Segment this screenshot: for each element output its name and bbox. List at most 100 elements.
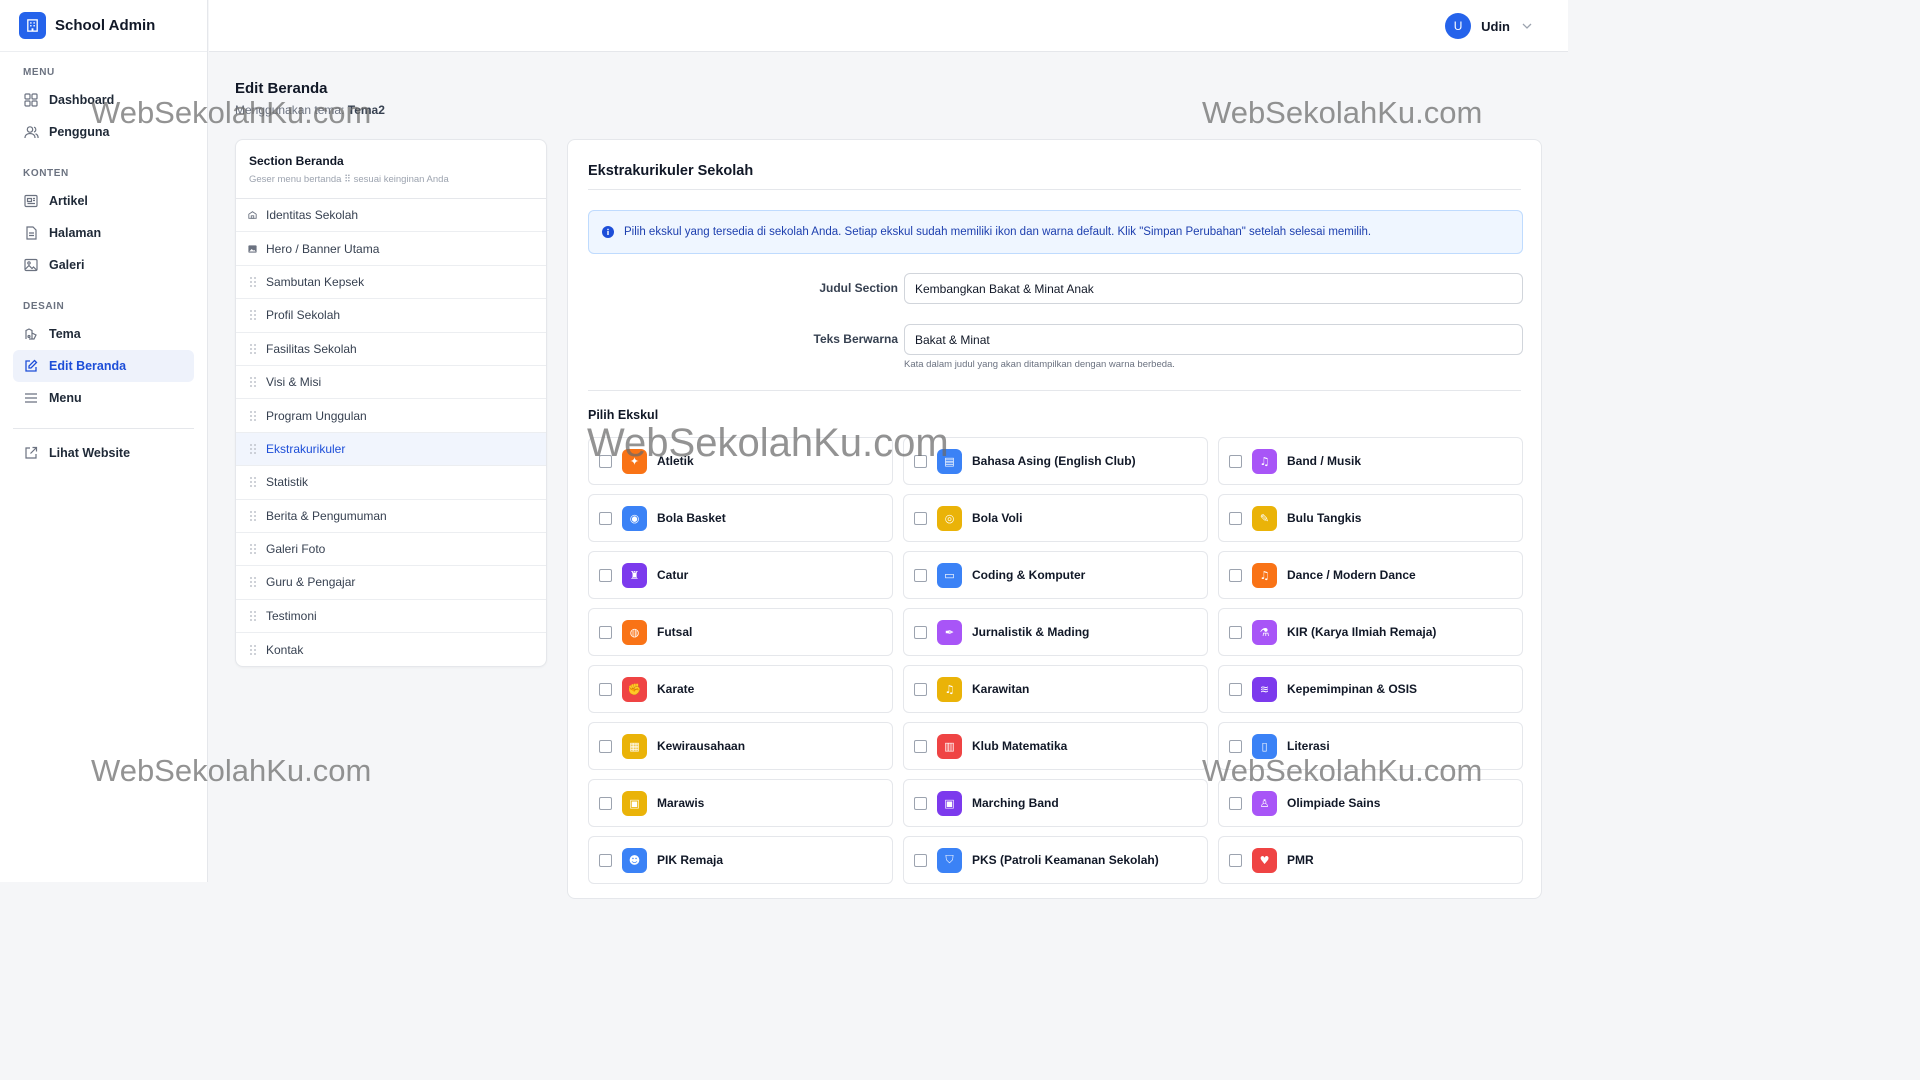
- ekskul-label: PIK Remaja: [657, 853, 724, 867]
- nav-edit-beranda[interactable]: Edit Beranda: [13, 350, 194, 382]
- ekskul-label: Bahasa Asing (English Club): [972, 454, 1136, 468]
- avatar: U: [1445, 13, 1472, 39]
- ekskul-checkbox[interactable]: [914, 739, 927, 753]
- ekskul-checkbox[interactable]: [1229, 454, 1242, 468]
- ekskul-label: Band / Musik: [1287, 454, 1362, 468]
- ekskul-checkbox[interactable]: [1229, 625, 1242, 639]
- ekskul-checkbox[interactable]: [599, 568, 612, 582]
- section-item[interactable]: Galeri Foto: [236, 533, 546, 567]
- ekskul-option[interactable]: ▤ Bahasa Asing (English Club): [903, 437, 1208, 485]
- ekskul-option[interactable]: ≋ Kepemimpinan & OSIS: [1218, 665, 1523, 713]
- section-item[interactable]: Kontak: [236, 633, 546, 666]
- basketball-icon: ◉: [622, 505, 647, 531]
- ekskul-checkbox[interactable]: [1229, 682, 1242, 696]
- ekskul-option[interactable]: ◎ Bola Voli: [903, 494, 1208, 542]
- nav-menu[interactable]: Menu: [13, 382, 194, 414]
- divider: [588, 390, 1521, 391]
- section-list-header: Section Beranda Geser menu bertanda ⠿ se…: [236, 140, 546, 199]
- book-icon: ▯: [1252, 733, 1277, 759]
- ekskul-checkbox[interactable]: [914, 682, 927, 696]
- ekskul-checkbox[interactable]: [599, 853, 612, 867]
- nav-artikel[interactable]: Artikel: [13, 185, 194, 217]
- section-item[interactable]: Testimoni: [236, 600, 546, 634]
- nav-divider: [13, 428, 194, 429]
- ekskul-checkbox[interactable]: [1229, 853, 1242, 867]
- nav-galeri[interactable]: Galeri: [13, 249, 194, 281]
- subtitle-prefix: Menggunakan tema:: [235, 103, 348, 117]
- ekskul-checkbox[interactable]: [914, 796, 927, 810]
- ekskul-checkbox[interactable]: [914, 511, 927, 525]
- section-item[interactable]: Ekstrakurikuler: [236, 432, 546, 467]
- ekskul-option[interactable]: ♥ PMR: [1218, 836, 1523, 884]
- ekskul-option[interactable]: ◍ Futsal: [588, 608, 893, 656]
- info-icon: [602, 226, 614, 238]
- ekskul-checkbox[interactable]: [599, 511, 612, 525]
- ekskul-label: Futsal: [657, 625, 693, 639]
- teks-berwarna-input[interactable]: [904, 324, 1523, 355]
- ekskul-checkbox[interactable]: [599, 739, 612, 753]
- ekskul-option[interactable]: ▯ Literasi: [1218, 722, 1523, 770]
- nav-pengguna[interactable]: Pengguna: [13, 116, 194, 148]
- ekskul-checkbox[interactable]: [1229, 511, 1242, 525]
- section-item[interactable]: Sambutan Kepsek: [236, 266, 546, 300]
- section-item[interactable]: Fasilitas Sekolah: [236, 333, 546, 366]
- nav-group-desain: DESAIN: [23, 301, 65, 312]
- building-icon: [19, 12, 46, 39]
- section-item[interactable]: Program Unggulan: [236, 399, 546, 433]
- ekskul-checkbox[interactable]: [1229, 796, 1242, 810]
- nav-lihat-website[interactable]: Lihat Website: [13, 437, 194, 469]
- watermark: WebSekolahKu.com: [1202, 95, 1483, 130]
- ekskul-checkbox[interactable]: [914, 853, 927, 867]
- ekskul-option[interactable]: ☻ PIK Remaja: [588, 836, 893, 884]
- ekskul-option[interactable]: ✦ Atletik: [588, 437, 893, 485]
- ekskul-option[interactable]: ▦ Kewirausahaan: [588, 722, 893, 770]
- nav-dashboard[interactable]: Dashboard: [13, 84, 194, 116]
- ekskul-option[interactable]: ▭ Coding & Komputer: [903, 551, 1208, 599]
- ekskul-checkbox[interactable]: [914, 625, 927, 639]
- ekskul-option[interactable]: ♫ Dance / Modern Dance: [1218, 551, 1523, 599]
- ekskul-option[interactable]: ♫ Karawitan: [903, 665, 1208, 713]
- grip-icon: [248, 410, 257, 421]
- ekskul-checkbox[interactable]: [599, 625, 612, 639]
- section-item[interactable]: Identitas Sekolah: [236, 199, 546, 233]
- ekskul-option[interactable]: ◉ Bola Basket: [588, 494, 893, 542]
- ekskul-checkbox[interactable]: [914, 568, 927, 582]
- ekskul-option[interactable]: ♜ Catur: [588, 551, 893, 599]
- section-item-label: Ekstrakurikuler: [266, 441, 346, 456]
- ekskul-checkbox[interactable]: [1229, 739, 1242, 753]
- ekskul-label: PKS (Patroli Keamanan Sekolah): [972, 853, 1159, 867]
- ekskul-label: Olimpiade Sains: [1287, 796, 1381, 810]
- ekskul-checkbox[interactable]: [599, 796, 612, 810]
- ekskul-option[interactable]: ▣ Marawis: [588, 779, 893, 827]
- ekskul-checkbox[interactable]: [599, 454, 612, 468]
- ekskul-option[interactable]: ▥ Klub Matematika: [903, 722, 1208, 770]
- ekskul-option[interactable]: ⚗ KIR (Karya Ilmiah Remaja): [1218, 608, 1523, 656]
- ekskul-option[interactable]: ✒ Jurnalistik & Mading: [903, 608, 1208, 656]
- judul-section-input[interactable]: [904, 273, 1523, 304]
- section-item-label: Hero / Banner Utama: [266, 241, 380, 256]
- section-item[interactable]: Guru & Pengajar: [236, 566, 546, 600]
- ekskul-option[interactable]: ♙ Olimpiade Sains: [1218, 779, 1523, 827]
- heart-icon: ♥: [1252, 847, 1277, 873]
- shuttlecock-icon: ✎: [1252, 505, 1277, 531]
- section-item[interactable]: Hero / Banner Utama: [236, 232, 546, 266]
- ekskul-option[interactable]: ✎ Bulu Tangkis: [1218, 494, 1523, 542]
- ekskul-checkbox[interactable]: [1229, 568, 1242, 582]
- ekskul-option[interactable]: ✊ Karate: [588, 665, 893, 713]
- edit-icon: [23, 358, 39, 374]
- section-item[interactable]: Berita & Pengumuman: [236, 500, 546, 533]
- user-menu[interactable]: U Udin: [1445, 13, 1532, 39]
- ekskul-option[interactable]: ♫ Band / Musik: [1218, 437, 1523, 485]
- ekskul-checkbox[interactable]: [599, 682, 612, 696]
- brand[interactable]: School Admin: [0, 0, 207, 52]
- ekskul-option[interactable]: ▣ Marching Band: [903, 779, 1208, 827]
- ekskul-checkbox[interactable]: [914, 454, 927, 468]
- section-item[interactable]: Statistik: [236, 466, 546, 500]
- ekskul-option[interactable]: ⛉ PKS (Patroli Keamanan Sekolah): [903, 836, 1208, 884]
- language-icon: ▤: [937, 448, 962, 474]
- section-item[interactable]: Profil Sekolah: [236, 299, 546, 333]
- nav-halaman[interactable]: Halaman: [13, 217, 194, 249]
- section-item[interactable]: Visi & Misi: [236, 366, 546, 400]
- nav-tema[interactable]: Tema: [13, 318, 194, 350]
- ekskul-label: Bola Voli: [972, 511, 1023, 525]
